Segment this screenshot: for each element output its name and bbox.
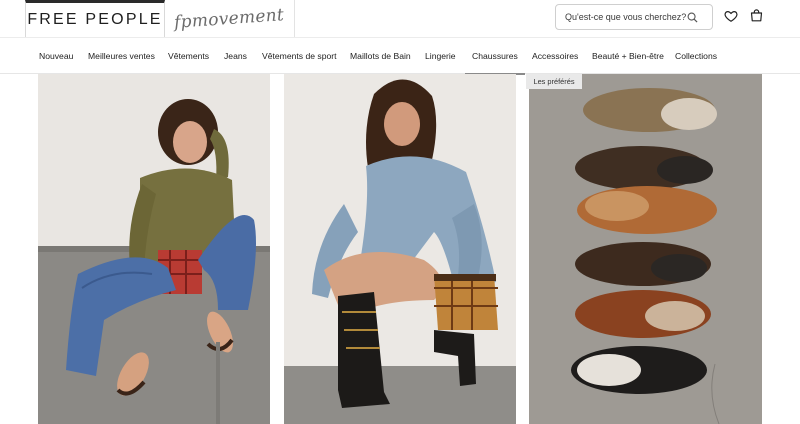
product-tile-crouching-model[interactable] <box>284 74 516 424</box>
nav-item-chaussures[interactable]: Chaussures <box>465 38 525 75</box>
product-tile-seated-model[interactable] <box>38 74 270 424</box>
main-navigation: Nouveau Meilleures ventes Vêtements Jean… <box>0 37 800 75</box>
search-box[interactable] <box>555 4 713 30</box>
fp-movement-logo-tab[interactable]: fpmovement <box>165 0 295 37</box>
nav-item-vetements-de-sport[interactable]: Vêtements de sport <box>262 38 337 74</box>
search-icon[interactable] <box>687 12 698 23</box>
nav-item-collections[interactable]: Collections <box>675 38 717 74</box>
nav-item-nouveau[interactable]: Nouveau <box>39 38 73 74</box>
nav-item-maillots-de-bain[interactable]: Maillots de Bain <box>350 38 411 74</box>
nav-item-vetements[interactable]: Vêtements <box>168 38 209 74</box>
nav-item-beaute-bien-etre[interactable]: Beauté + Bien-être <box>592 38 664 74</box>
nav-item-lingerie[interactable]: Lingerie <box>425 38 456 74</box>
nav-tooltip: Les préférés <box>526 74 582 89</box>
product-tile-shoes-flatlay[interactable] <box>529 74 762 424</box>
nav-item-jeans[interactable]: Jeans <box>224 38 247 74</box>
search-input[interactable] <box>565 12 687 22</box>
product-image-clogs-flatlay[interactable] <box>529 74 762 424</box>
heart-icon[interactable] <box>724 9 738 23</box>
fp-movement-logo[interactable]: fpmovement <box>174 5 285 33</box>
free-people-logo-tab[interactable]: FREE PEOPLE <box>25 0 165 37</box>
free-people-logo[interactable]: FREE PEOPLE <box>27 11 162 29</box>
site-header: FREE PEOPLE fpmovement <box>0 0 800 37</box>
product-image-crouching-model[interactable] <box>284 74 516 424</box>
shopping-bag-icon[interactable] <box>749 8 764 23</box>
product-image-seated-model[interactable] <box>38 74 270 424</box>
nav-item-accessoires[interactable]: Accessoires <box>532 38 578 74</box>
nav-item-meilleures-ventes[interactable]: Meilleures ventes <box>88 38 155 74</box>
